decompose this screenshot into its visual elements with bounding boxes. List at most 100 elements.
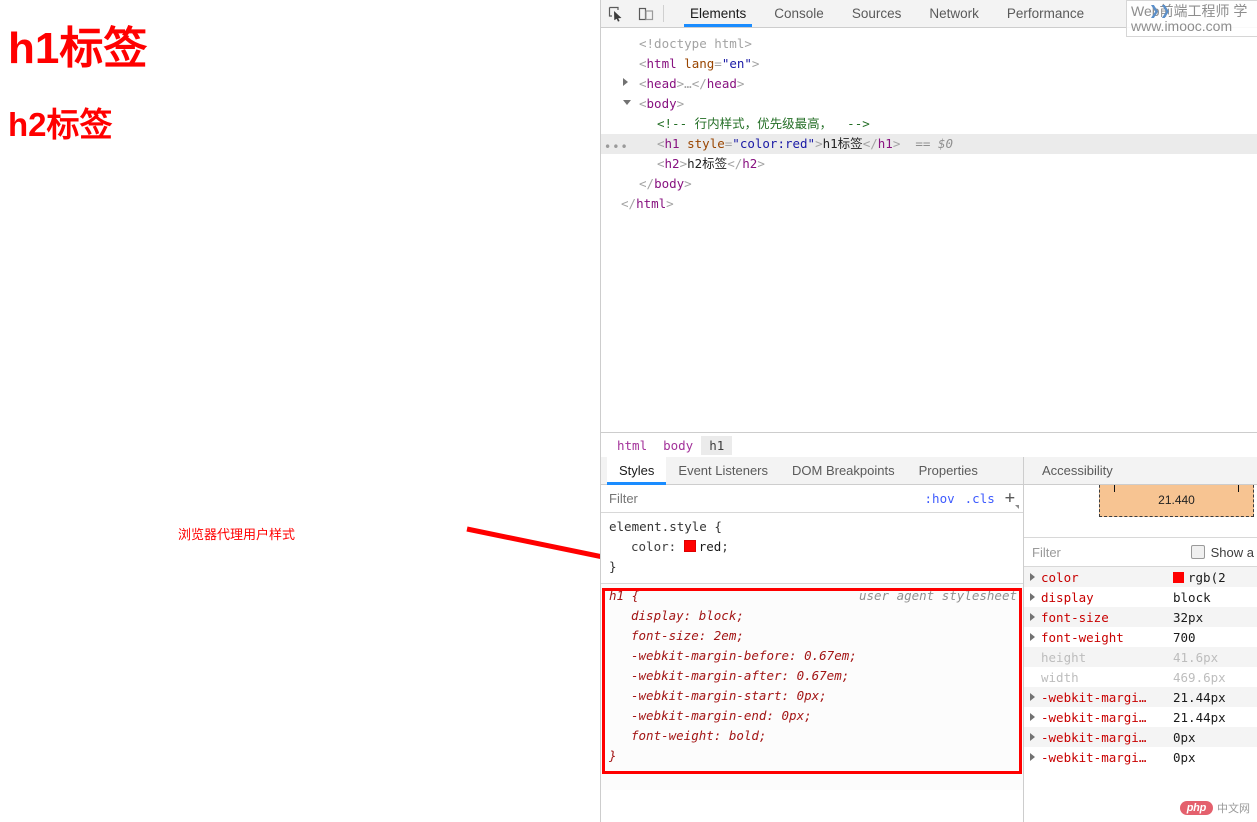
screenshot-root: h1标签 h2标签 浏览器代理用户样式 Elements Console Sou… xyxy=(0,0,1257,822)
inspect-cursor-icon[interactable] xyxy=(601,0,631,27)
tab-styles[interactable]: Styles xyxy=(607,457,667,485)
computed-properties-list[interactable]: color rgb(2 display block font-size 32px font-… xyxy=(1024,567,1257,767)
page-h2-heading: h2标签 xyxy=(8,106,113,143)
dom-tree-row[interactable]: <head>…</head> xyxy=(601,74,1257,94)
tab-elements[interactable]: Elements xyxy=(676,0,760,27)
color-swatch[interactable] xyxy=(683,540,696,552)
computed-property-row[interactable]: font-size 32px xyxy=(1024,607,1257,627)
computed-property-name: -webkit-margi… xyxy=(1041,729,1147,745)
tab-performance[interactable]: Performance xyxy=(993,0,1098,27)
computed-property-row[interactable]: width 469.6px xyxy=(1024,667,1257,687)
box-model-diagram: 21.440 xyxy=(1024,485,1257,537)
tab-console[interactable]: Console xyxy=(760,0,838,27)
computed-property-value: 21.44px xyxy=(1173,709,1226,725)
computed-property-name: -webkit-margi… xyxy=(1041,689,1147,705)
chevron-right-icon[interactable] xyxy=(1030,693,1035,701)
chevron-right-icon[interactable] xyxy=(1030,753,1035,761)
toolbar-divider xyxy=(663,5,664,22)
device-toolbar-icon[interactable] xyxy=(631,0,661,27)
breadcrumb-item-h1[interactable]: h1 xyxy=(701,435,733,455)
tab-properties[interactable]: Properties xyxy=(907,457,990,484)
chevron-right-icon[interactable] xyxy=(1030,713,1035,721)
css-rule-user-agent: h1 { user agent stylesheet display: bloc… xyxy=(601,584,1023,790)
dom-tree-row[interactable]: </body> xyxy=(601,174,1257,194)
devtools-lower-panes: Styles Event Listeners DOM Breakpoints P… xyxy=(601,457,1257,822)
cls-toggle[interactable]: .cls xyxy=(965,491,995,506)
computed-property-value: 700 xyxy=(1173,629,1196,645)
css-declaration-color[interactable]: color: red; xyxy=(609,537,1023,557)
box-model-margin-value[interactable]: 21.440 xyxy=(1100,493,1253,507)
styles-filter-input[interactable] xyxy=(601,490,925,507)
ua-declaration-font-weight[interactable]: font-weight: bold; xyxy=(609,726,1023,746)
dom-tree-row[interactable]: <body> xyxy=(601,94,1257,114)
computed-property-row[interactable]: -webkit-margi… 0px xyxy=(1024,727,1257,747)
dom-tree-row[interactable]: <!-- 行内样式，优先级最高， --> xyxy=(601,114,1257,134)
dom-tree-row[interactable]: </html> xyxy=(601,194,1257,214)
ua-declaration-webkit-margin-before[interactable]: -webkit-margin-before: 0.67em; xyxy=(609,646,1023,666)
tab-sources[interactable]: Sources xyxy=(838,0,916,27)
ua-declaration-display[interactable]: display: block; xyxy=(609,606,1023,626)
tab-event-listeners[interactable]: Event Listeners xyxy=(666,457,780,484)
breadcrumb[interactable]: html body h1 xyxy=(601,432,1257,457)
dom-tree-row[interactable]: <h2>h2标签</h2> xyxy=(601,154,1257,174)
computed-property-row[interactable]: font-weight 700 xyxy=(1024,627,1257,647)
dom-tree-row[interactable]: <html lang="en"> xyxy=(601,54,1257,74)
box-model-border-box xyxy=(1114,485,1239,492)
chevron-right-icon[interactable] xyxy=(1030,613,1035,621)
chevron-right-icon[interactable] xyxy=(1030,633,1035,641)
computed-property-name: font-weight xyxy=(1041,629,1124,645)
chevron-right-icon[interactable] xyxy=(1030,733,1035,741)
ua-declaration-font-size[interactable]: font-size: 2em; xyxy=(609,626,1023,646)
computed-property-name: display xyxy=(1041,589,1094,605)
dom-row-markup: </html> xyxy=(621,196,674,211)
dom-tree-row[interactable]: <!doctype html> xyxy=(601,34,1257,54)
computed-property-value: 0px xyxy=(1173,749,1196,765)
watermark-line-2: www.imooc.com xyxy=(1131,18,1233,34)
ua-declaration-webkit-margin-start[interactable]: -webkit-margin-start: 0px; xyxy=(609,686,1023,706)
chevron-right-icon[interactable] xyxy=(1030,593,1035,601)
computed-filter-input[interactable]: Filter xyxy=(1024,545,1191,560)
tab-accessibility[interactable]: Accessibility xyxy=(1030,457,1125,484)
computed-property-value: block xyxy=(1173,589,1211,605)
tab-network[interactable]: Network xyxy=(915,0,993,27)
computed-pane-tab-bar: Accessibility xyxy=(1024,457,1257,485)
color-swatch xyxy=(1173,571,1184,583)
computed-filter-row: Filter Show a xyxy=(1024,537,1257,567)
chevron-right-icon[interactable] xyxy=(1030,573,1035,581)
breadcrumb-item-body[interactable]: body xyxy=(655,436,701,455)
computed-property-value: 41.6px xyxy=(1173,649,1219,665)
dom-row-markup: <body> xyxy=(639,96,685,111)
dom-row-markup: <html lang="en"> xyxy=(639,56,760,71)
page-h1-heading: h1标签 xyxy=(8,24,148,73)
new-style-rule-button[interactable]: + xyxy=(1005,490,1020,509)
hov-toggle[interactable]: :hov xyxy=(925,491,955,506)
tab-dom-breakpoints[interactable]: DOM Breakpoints xyxy=(780,457,907,484)
show-all-checkbox[interactable] xyxy=(1190,545,1205,559)
chevron-down-icon[interactable] xyxy=(623,100,631,109)
box-model-margin-box: 21.440 xyxy=(1099,485,1254,517)
computed-property-row[interactable]: display block xyxy=(1024,587,1257,607)
styles-pane-tab-bar: Styles Event Listeners DOM Breakpoints P… xyxy=(601,457,1023,485)
computed-property-row[interactable]: -webkit-margi… 21.44px xyxy=(1024,687,1257,707)
computed-property-row[interactable]: height 41.6px xyxy=(1024,647,1257,667)
chevron-right-icon[interactable] xyxy=(623,78,628,86)
computed-property-name: -webkit-margi… xyxy=(1041,749,1147,765)
breadcrumb-item-html[interactable]: html xyxy=(609,436,655,455)
ua-declaration-webkit-margin-end[interactable]: -webkit-margin-end: 0px; xyxy=(609,706,1023,726)
dom-row-markup: </body> xyxy=(639,176,692,191)
ua-stylesheet-source: user agent stylesheet xyxy=(858,588,1017,603)
dom-row-markup: <h2>h2标签</h2> xyxy=(657,156,765,171)
dom-tree-row[interactable]: ••• <h1 style="color:red">h1标签</h1> == $0 xyxy=(601,134,1257,154)
watermark-quote-icon: ❯❯ xyxy=(1149,3,1171,18)
ua-declaration-webkit-margin-after[interactable]: -webkit-margin-after: 0.67em; xyxy=(609,666,1023,686)
computed-property-row[interactable]: -webkit-margi… 0px xyxy=(1024,747,1257,767)
computed-property-row[interactable]: color rgb(2 xyxy=(1024,567,1257,587)
dom-tree[interactable]: <!doctype html> <html lang="en"> <head>…</… xyxy=(601,28,1257,432)
css-rule-close-brace: } xyxy=(609,559,617,574)
computed-property-value: 469.6px xyxy=(1173,669,1226,685)
styles-pane: Styles Event Listeners DOM Breakpoints P… xyxy=(601,457,1024,822)
devtools-window: Elements Console Sources Network Perform… xyxy=(600,0,1257,822)
computed-property-row[interactable]: -webkit-margi… 21.44px xyxy=(1024,707,1257,727)
show-all-checkbox-group[interactable]: Show a xyxy=(1190,545,1257,560)
css-selector-element-style[interactable]: element.style { xyxy=(609,517,1023,537)
